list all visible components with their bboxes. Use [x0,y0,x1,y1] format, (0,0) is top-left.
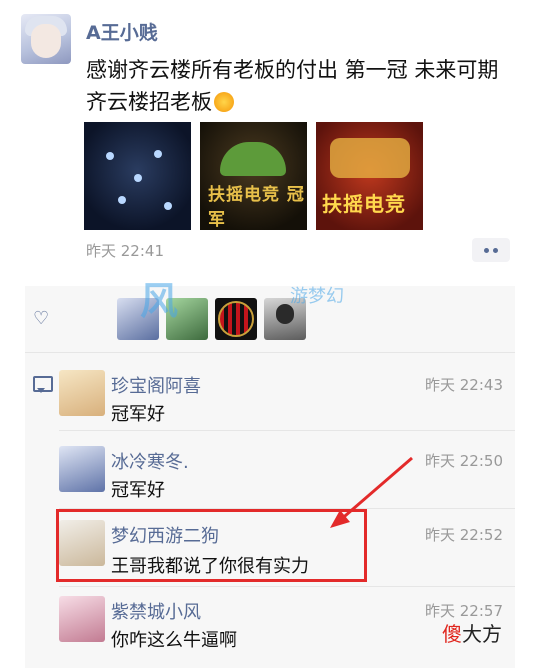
sun-emoji-icon [214,92,234,112]
post-image-3[interactable]: 扶摇电竞 [316,122,423,230]
comment-text: 冠军好 [111,480,165,501]
divider [59,430,515,431]
post-image-2[interactable]: 扶摇电竞 冠军 [200,122,307,230]
commenter-avatar[interactable] [59,370,105,416]
dot-icon [484,248,489,253]
comment-text: 冠军好 [111,404,165,425]
brand-watermark: 傻大方 [442,618,502,647]
annotation-arrow-icon [330,456,413,528]
post-timestamp: 昨天 22:41 [86,242,164,260]
commenter-avatar[interactable] [59,596,105,642]
post-text-body: 感谢齐云楼所有老板的付出 第一冠 未来可期 齐云楼招老板 [86,58,499,114]
comment-time: 昨天 22:52 [425,526,503,544]
dot-icon [493,248,498,253]
comment-time: 昨天 22:43 [425,376,503,394]
commenter-name[interactable]: 紫禁城小风 [111,598,201,624]
likes-row: ♡ [25,286,515,353]
commenter-avatar[interactable] [59,446,105,492]
comment-icon [33,376,53,393]
like-avatar[interactable] [215,298,257,340]
interaction-panel: ♡ 珍宝阁阿喜 昨天 22:43 冠军好 冰冷寒冬. 昨天 22:50 冠军好 … [25,286,515,668]
brand-highlight: 傻 [442,622,462,646]
post-image-2-label: 扶摇电竞 冠军 [208,185,305,230]
commenter-name[interactable]: 珍宝阁阿喜 [111,372,201,398]
brand-rest: 大方 [462,622,502,646]
commenter-name[interactable]: 冰冷寒冬. [111,448,189,474]
divider [59,586,515,587]
comment-text: 你咋这么牛逼啊 [111,630,237,651]
post-image-3-label: 扶摇电竞 [322,192,406,216]
more-options-button[interactable] [472,238,510,262]
post-text: 感谢齐云楼所有老板的付出 第一冠 未来可期 齐云楼招老板 [86,54,516,118]
author-avatar[interactable] [21,14,71,64]
comment-time: 昨天 22:50 [425,452,503,470]
watermark-subtext: 游梦幻 [290,286,344,307]
author-name[interactable]: A王小贱 [86,18,158,45]
post-image-1[interactable] [84,122,191,230]
heart-icon: ♡ [33,308,50,329]
watermark-logo: 风 [140,279,179,323]
